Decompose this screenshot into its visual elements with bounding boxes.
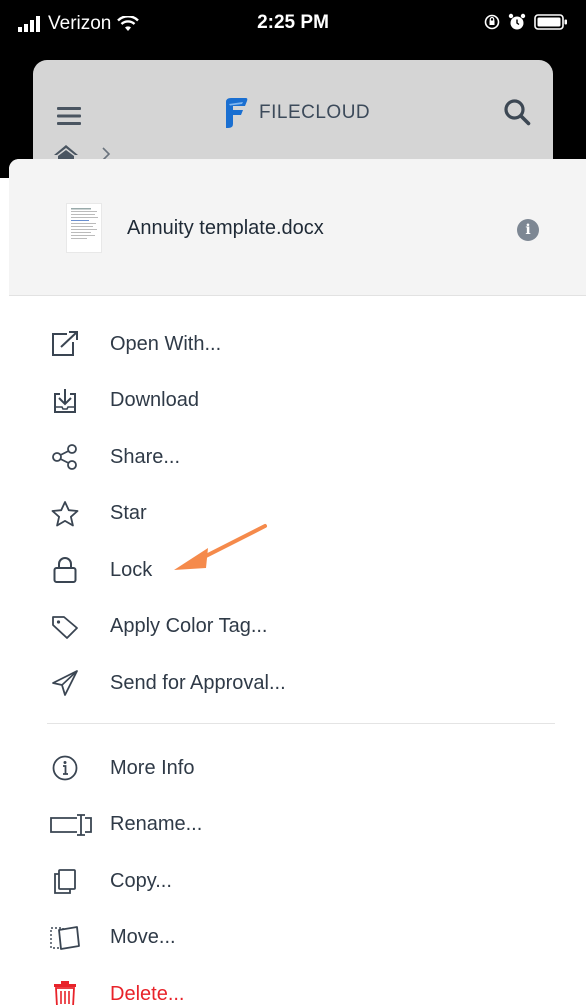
menu-item-label: Rename... (110, 813, 203, 836)
filecloud-logo-icon (226, 98, 248, 128)
annotation-arrow-icon (174, 524, 267, 570)
file-info-button[interactable]: i (517, 219, 539, 241)
file-action-sheet: Annuity template.docx i Open With... Dow… (9, 159, 586, 1005)
menu-item-star[interactable]: Star (9, 486, 586, 543)
open-external-icon (49, 329, 81, 359)
menu-item-label: Apply Color Tag... (110, 615, 268, 638)
menu-item-more-info[interactable]: More Info (9, 740, 586, 797)
menu-item-label: Share... (110, 445, 181, 468)
menu-item-label: More Info (110, 756, 195, 779)
move-icon (49, 923, 81, 953)
file-thumbnail (66, 203, 102, 253)
menu-group-primary: Open With... Download Share... Star Lock… (9, 316, 586, 712)
tag-icon (49, 612, 81, 642)
menu-item-label: Star (110, 502, 147, 525)
menu-item-label: Lock (110, 558, 153, 581)
menu-item-label: Copy... (110, 869, 172, 892)
menu-item-lock[interactable]: Lock (9, 542, 586, 599)
copy-icon (49, 866, 81, 896)
info-circle-icon (49, 753, 81, 783)
menu-group-secondary: More Info Rename... Copy... Move... Dele… (9, 740, 586, 1005)
alarm-icon (508, 13, 526, 30)
menu-item-label: Move... (110, 926, 176, 949)
menu-item-delete[interactable]: Delete... (9, 966, 586, 1005)
menu-item-open-with[interactable]: Open With... (9, 316, 586, 373)
status-right (484, 13, 568, 31)
info-icon: i (525, 222, 531, 238)
filecloud-logo: FILECLOUD (223, 96, 370, 130)
hamburger-menu-icon[interactable] (57, 106, 83, 126)
status-bar: Verizon 2:25 PM (0, 0, 586, 48)
menu-item-label: Open With... (110, 332, 222, 355)
document-preview-icon (71, 208, 98, 239)
menu-item-copy[interactable]: Copy... (9, 853, 586, 910)
menu-item-label: Download (110, 389, 199, 412)
menu-divider (47, 723, 555, 724)
menu-item-label: Delete... (110, 982, 185, 1005)
download-icon (49, 386, 81, 416)
file-name: Annuity template.docx (127, 217, 324, 239)
star-icon (49, 499, 81, 529)
file-header: Annuity template.docx i (9, 159, 586, 296)
menu-item-move[interactable]: Move... (9, 910, 586, 967)
send-icon (49, 668, 81, 698)
rename-icon (49, 810, 93, 840)
logo-text: FILECLOUD (259, 102, 371, 123)
share-icon (49, 442, 81, 472)
menu-item-rename[interactable]: Rename... (9, 797, 586, 854)
menu-item-send-for-approval[interactable]: Send for Approval... (9, 655, 586, 712)
menu-item-download[interactable]: Download (9, 373, 586, 430)
orientation-lock-icon (484, 14, 500, 30)
trash-icon (49, 979, 81, 1005)
menu-item-label: Send for Approval... (110, 671, 286, 694)
menu-item-apply-color-tag[interactable]: Apply Color Tag... (9, 599, 586, 656)
battery-icon (534, 14, 567, 30)
lock-icon (49, 555, 81, 585)
menu-item-share[interactable]: Share... (9, 429, 586, 486)
search-icon[interactable] (503, 98, 531, 126)
